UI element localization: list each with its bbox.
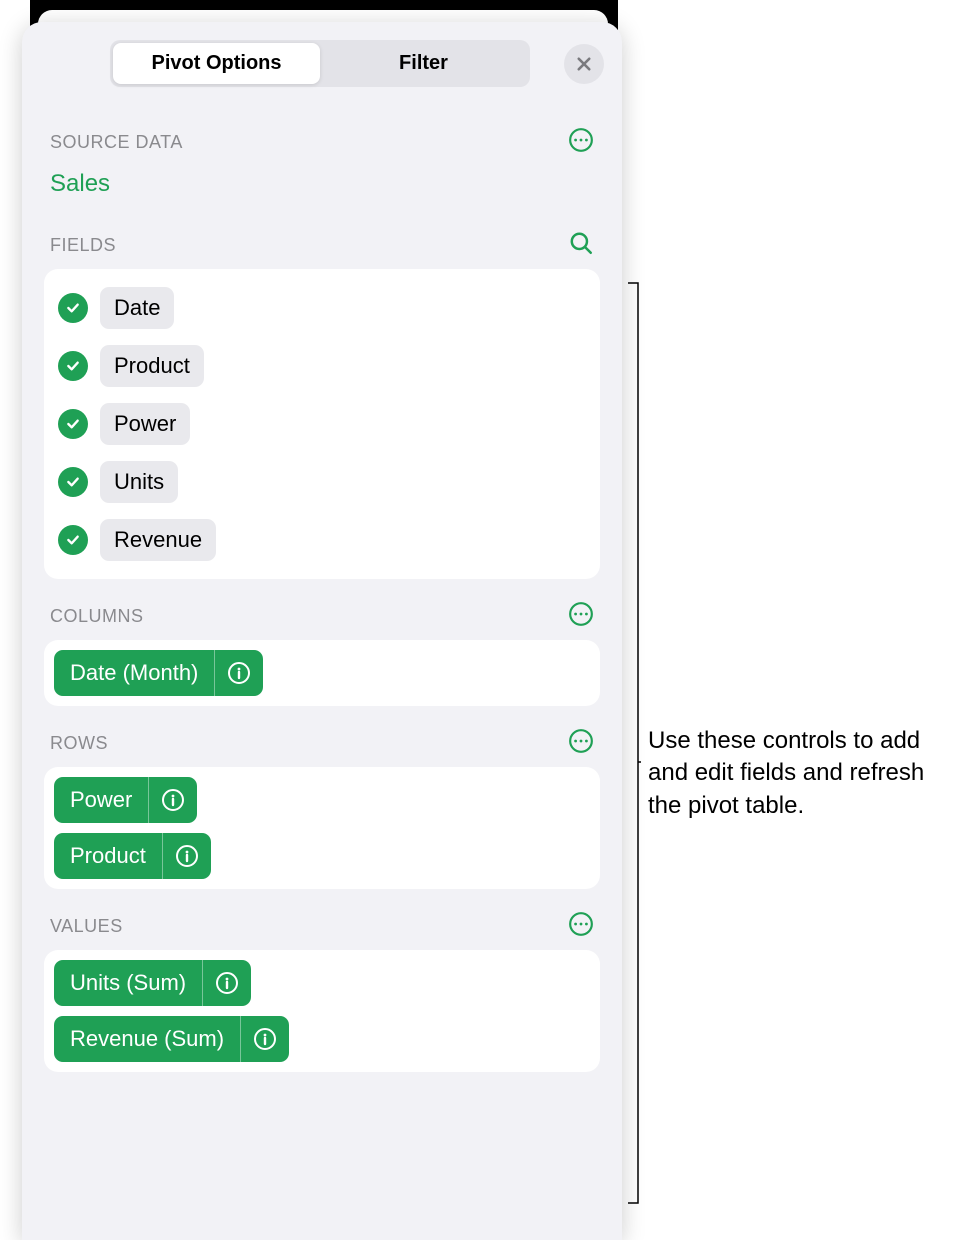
panel-header: Pivot Options Filter bbox=[22, 40, 622, 105]
check-icon bbox=[65, 358, 81, 374]
search-icon bbox=[568, 230, 594, 256]
field-check-date[interactable] bbox=[58, 293, 88, 323]
field-row: Revenue bbox=[58, 511, 586, 569]
close-icon bbox=[575, 55, 593, 73]
info-icon bbox=[215, 971, 239, 995]
chip-label: Product bbox=[54, 833, 162, 879]
chip-label: Power bbox=[54, 777, 148, 823]
pivot-options-panel: Pivot Options Filter SOURCE DATA bbox=[22, 22, 622, 1240]
field-pill-units[interactable]: Units bbox=[100, 461, 178, 503]
more-icon bbox=[568, 728, 594, 754]
callout-bracket bbox=[627, 282, 641, 1204]
field-row: Power bbox=[58, 395, 586, 453]
source-data-heading: SOURCE DATA bbox=[44, 105, 600, 166]
field-pill-revenue[interactable]: Revenue bbox=[100, 519, 216, 561]
chip-info-button[interactable] bbox=[163, 833, 211, 879]
more-icon bbox=[568, 911, 594, 937]
values-label: VALUES bbox=[50, 916, 123, 937]
chip-label: Revenue (Sum) bbox=[54, 1016, 240, 1062]
fields-list: Date Product Power bbox=[44, 269, 600, 579]
field-row: Units bbox=[58, 453, 586, 511]
fields-search-button[interactable] bbox=[568, 230, 594, 261]
tab-filter[interactable]: Filter bbox=[320, 43, 527, 84]
field-pill-product[interactable]: Product bbox=[100, 345, 204, 387]
chip-info-button[interactable] bbox=[215, 650, 263, 696]
field-pill-date[interactable]: Date bbox=[100, 287, 174, 329]
tab-pivot-options[interactable]: Pivot Options bbox=[113, 43, 320, 84]
more-icon bbox=[568, 601, 594, 627]
columns-heading: COLUMNS bbox=[44, 579, 600, 640]
rows-dropzone[interactable]: Power Product bbox=[44, 767, 600, 889]
callout-text: Use these controls to add and edit field… bbox=[648, 725, 958, 822]
chip-info-button[interactable] bbox=[203, 960, 251, 1006]
field-check-product[interactable] bbox=[58, 351, 88, 381]
field-row: Date bbox=[58, 279, 586, 337]
field-pill-power[interactable]: Power bbox=[100, 403, 190, 445]
chip-label: Units (Sum) bbox=[54, 960, 202, 1006]
check-icon bbox=[65, 416, 81, 432]
info-icon bbox=[227, 661, 251, 685]
check-icon bbox=[65, 474, 81, 490]
chip-info-button[interactable] bbox=[149, 777, 197, 823]
chip-label: Date (Month) bbox=[54, 650, 214, 696]
rows-label: ROWS bbox=[50, 733, 108, 754]
columns-more-button[interactable] bbox=[568, 601, 594, 632]
info-icon bbox=[253, 1027, 277, 1051]
chip-info-button[interactable] bbox=[241, 1016, 289, 1062]
segmented-control: Pivot Options Filter bbox=[110, 40, 530, 87]
field-row: Product bbox=[58, 337, 586, 395]
fields-heading: FIELDS bbox=[44, 208, 600, 269]
values-more-button[interactable] bbox=[568, 911, 594, 942]
check-icon bbox=[65, 300, 81, 316]
values-heading: VALUES bbox=[44, 889, 600, 950]
columns-dropzone[interactable]: Date (Month) bbox=[44, 640, 600, 706]
source-data-name[interactable]: Sales bbox=[44, 166, 600, 208]
value-chip-revenue-sum[interactable]: Revenue (Sum) bbox=[54, 1016, 289, 1062]
values-dropzone[interactable]: Units (Sum) Revenue (Sum) bbox=[44, 950, 600, 1072]
source-data-label: SOURCE DATA bbox=[50, 132, 183, 153]
field-check-units[interactable] bbox=[58, 467, 88, 497]
info-icon bbox=[175, 844, 199, 868]
field-check-power[interactable] bbox=[58, 409, 88, 439]
source-data-more-button[interactable] bbox=[568, 127, 594, 158]
column-chip-date-month[interactable]: Date (Month) bbox=[54, 650, 263, 696]
rows-heading: ROWS bbox=[44, 706, 600, 767]
row-chip-power[interactable]: Power bbox=[54, 777, 197, 823]
rows-more-button[interactable] bbox=[568, 728, 594, 759]
close-button[interactable] bbox=[564, 44, 604, 84]
field-check-revenue[interactable] bbox=[58, 525, 88, 555]
info-icon bbox=[161, 788, 185, 812]
value-chip-units-sum[interactable]: Units (Sum) bbox=[54, 960, 251, 1006]
row-chip-product[interactable]: Product bbox=[54, 833, 211, 879]
fields-label: FIELDS bbox=[50, 235, 116, 256]
check-icon bbox=[65, 532, 81, 548]
columns-label: COLUMNS bbox=[50, 606, 144, 627]
more-icon bbox=[568, 127, 594, 153]
